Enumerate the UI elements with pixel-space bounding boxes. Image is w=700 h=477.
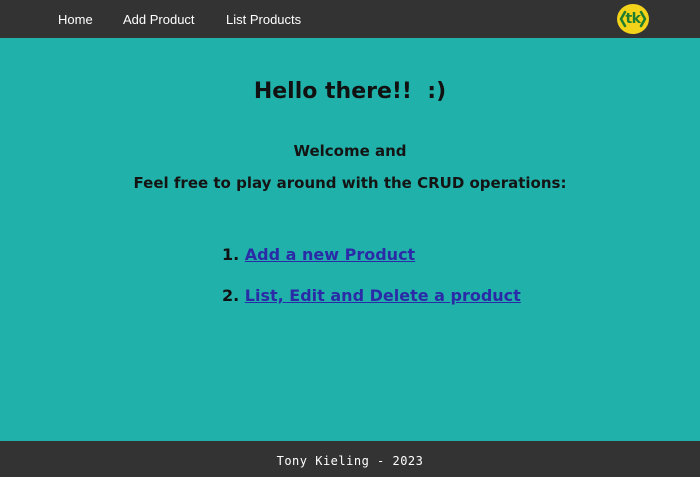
page: Home Add Product List Products tk Hello … [0,0,700,477]
nav-list-products-link[interactable]: List Products [226,0,301,38]
logo-text: tk [625,11,641,27]
add-product-link[interactable]: Add a new Product [245,245,415,264]
page-title: Hello there!! :) [253,79,447,104]
list-edit-delete-link[interactable]: List, Edit and Delete a product [245,286,521,305]
footer-text: Tony Kieling - 2023 [276,454,424,468]
nav-home-link[interactable]: Home [58,0,93,38]
list-item: 1. Add a new Product [222,245,415,264]
welcome-text: Welcome and [293,142,407,160]
nav-add-product-link[interactable]: Add Product [123,0,195,38]
list-number: 1. [222,245,240,264]
footer: Tony Kieling - 2023 [0,441,700,477]
list-number: 2. [222,286,240,305]
navbar: Home Add Product List Products tk [0,0,700,38]
intro-text: Feel free to play around with the CRUD o… [133,174,567,192]
tk-logo-icon[interactable]: tk [617,4,649,34]
list-item: 2. List, Edit and Delete a product [222,286,521,305]
